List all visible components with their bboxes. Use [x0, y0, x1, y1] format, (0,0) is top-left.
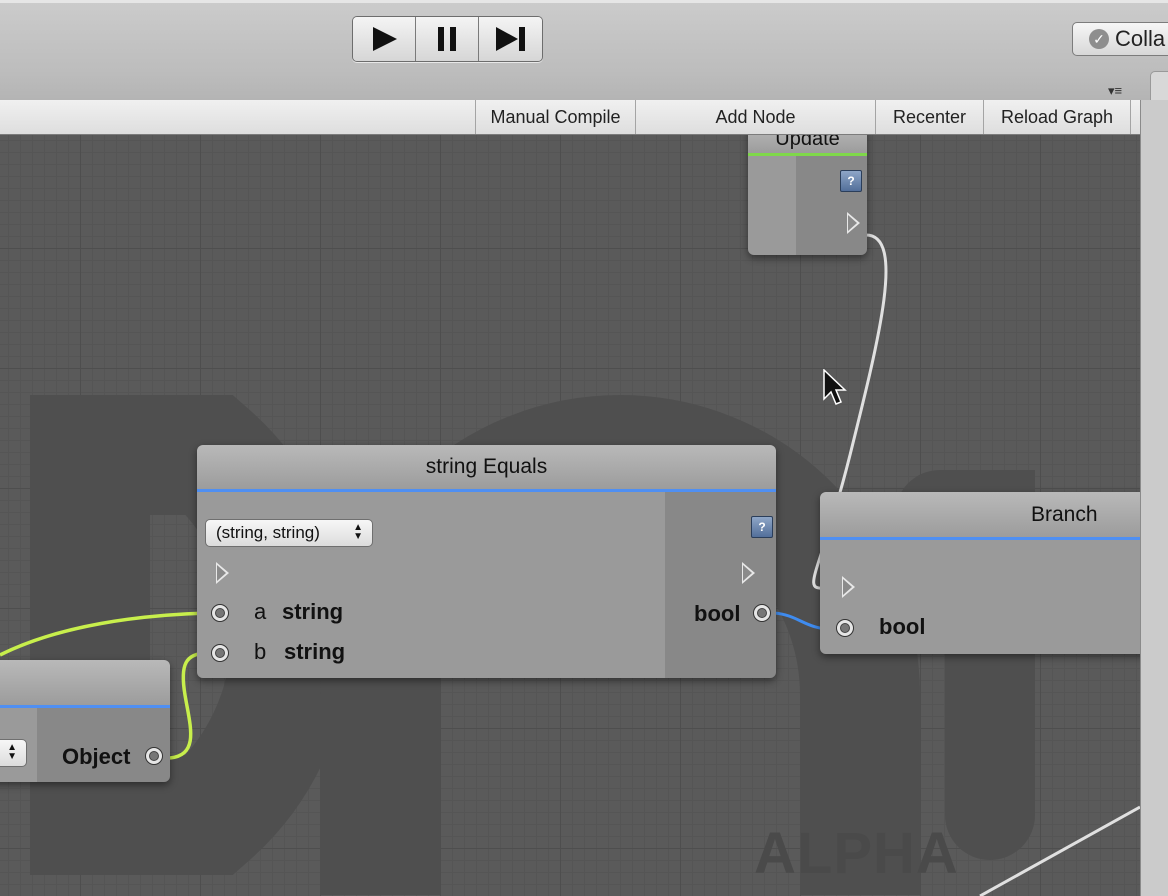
- help-icon[interactable]: ?: [840, 170, 862, 192]
- input-port-a[interactable]: [211, 604, 229, 622]
- step-icon: [495, 27, 525, 51]
- overload-dropdown-value: (string, string): [216, 523, 320, 542]
- check-icon: ✓: [1089, 29, 1109, 49]
- object-output-port[interactable]: [145, 747, 163, 765]
- playback-controls: [352, 16, 543, 62]
- dropdown-arrows-icon: ▲ ▼: [7, 742, 17, 762]
- branch-title: Branch: [820, 492, 1140, 537]
- add-node-button[interactable]: Add Node: [635, 100, 875, 134]
- string-equals-node[interactable]: string Equals (string, string) ▲ ▼ ? a st…: [197, 445, 776, 678]
- branch-node[interactable]: Branch bool: [820, 492, 1140, 654]
- string-wire-a: [0, 611, 209, 657]
- exec-out-icon[interactable]: [742, 562, 755, 584]
- output-port-bool[interactable]: [753, 604, 771, 622]
- object-output-type: Object: [62, 744, 131, 769]
- vertical-scrollbar[interactable]: [1140, 100, 1168, 896]
- update-node[interactable]: Update ?: [748, 135, 867, 255]
- object-node-header: [0, 660, 170, 705]
- branch-exec-in-icon[interactable]: [842, 576, 855, 598]
- branch-input-type: bool: [879, 614, 926, 639]
- play-button[interactable]: [353, 17, 416, 61]
- graph-canvas[interactable]: ALPHA Update ? string Equals (string, st…: [0, 135, 1140, 896]
- help-icon[interactable]: ?: [751, 516, 773, 538]
- play-icon: [373, 27, 397, 51]
- branch-body: [820, 540, 1140, 654]
- input-b-type: string: [284, 639, 346, 664]
- pause-button[interactable]: [416, 17, 479, 61]
- branch-input-port-bool[interactable]: [836, 619, 854, 637]
- overload-dropdown[interactable]: (string, string) ▲ ▼: [205, 519, 373, 547]
- dropdown-arrows-icon: ▲ ▼: [353, 522, 363, 542]
- input-a-type: string: [282, 599, 344, 624]
- update-exec-out-icon[interactable]: [847, 212, 860, 234]
- recenter-button[interactable]: Recenter: [875, 100, 983, 134]
- manual-compile-button[interactable]: Manual Compile: [475, 100, 635, 134]
- mouse-cursor-icon: [823, 369, 847, 405]
- collab-button[interactable]: ✓ Colla: [1072, 22, 1168, 56]
- step-button[interactable]: [479, 17, 542, 61]
- input-b-name: b: [254, 639, 267, 664]
- string-equals-title: string Equals: [197, 445, 776, 489]
- panel-menu-icon[interactable]: ▾≡: [1108, 83, 1122, 99]
- reload-graph-button[interactable]: Reload Graph: [983, 100, 1131, 134]
- update-node-body: [748, 156, 796, 255]
- exec-wire-offscreen: [979, 805, 1140, 896]
- input-a-name: a: [254, 599, 267, 624]
- graph-toolbar: Manual Compile Add Node Recenter Reload …: [0, 100, 1140, 135]
- output-type-label: bool: [694, 601, 741, 626]
- input-port-b[interactable]: [211, 644, 229, 662]
- update-node-title: Update: [748, 135, 867, 153]
- exec-in-icon[interactable]: [216, 562, 229, 584]
- pause-icon: [438, 27, 456, 51]
- collab-label: Colla: [1115, 26, 1166, 51]
- object-node[interactable]: ▲ ▼ Object: [0, 660, 170, 782]
- object-node-dropdown[interactable]: ▲ ▼: [0, 739, 27, 767]
- unity-toolbar: ✓ Colla ▾≡: [0, 0, 1168, 112]
